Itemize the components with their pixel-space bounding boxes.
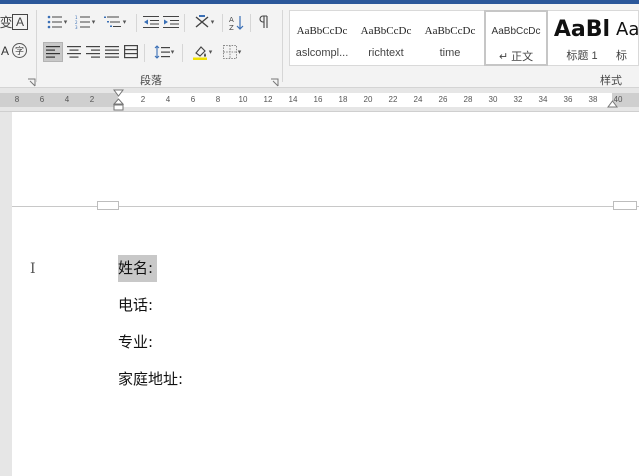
sort-icon[interactable]: AZ (228, 14, 246, 32)
ruler-number: 22 (388, 95, 398, 104)
ruler-number: 12 (263, 95, 273, 104)
ruler-number: 10 (238, 95, 248, 104)
ruler-number: 2 (140, 95, 146, 104)
ruler-number: 6 (39, 95, 45, 104)
text-cursor-icon: I (30, 261, 36, 277)
style-name: ↵ 正文 (498, 51, 534, 63)
document-line-address[interactable]: 家庭地址: (118, 368, 183, 389)
paragraph-group-label: 段落 (140, 75, 162, 87)
ribbon: 变 A A 字 ▾ 123 ▾ ▾ ▾ AZ ▾ ▾ ▾ 段落 AaBbCcDc… (0, 4, 639, 88)
chevron-down-icon: ▾ (122, 19, 127, 26)
ruler-number: 36 (563, 95, 573, 104)
style-preview: AaBbCcDc (360, 25, 412, 37)
style-normal[interactable]: AaBbCcDc ↵ 正文 (484, 10, 548, 66)
chevron-down-icon: ▾ (63, 19, 68, 26)
horizontal-ruler[interactable]: 8 6 4 2 2 4 6 8 10 12 14 16 18 20 22 24 … (0, 88, 639, 112)
ruler-number: 8 (14, 95, 20, 104)
ruler-number: 32 (513, 95, 523, 104)
header-margin-marker (613, 201, 637, 210)
styles-group-label: 样式 (600, 75, 622, 87)
style-preview: AaBl (553, 17, 611, 42)
svg-text:3: 3 (75, 25, 78, 29)
align-right-icon[interactable] (84, 44, 102, 60)
font-phonetic-guide-icon[interactable]: 变 (0, 12, 13, 30)
paragraph-dialog-launcher-icon[interactable] (270, 74, 279, 87)
numbering-icon[interactable]: 123 ▾ (72, 14, 98, 30)
ruler-number: 18 (338, 95, 348, 104)
button-separator (250, 14, 251, 32)
button-separator (136, 14, 137, 32)
align-left-icon[interactable] (43, 42, 63, 62)
chevron-down-icon: ▾ (170, 49, 175, 56)
style-name: richtext (368, 47, 404, 59)
chevron-down-icon: ▾ (208, 49, 213, 56)
style-preview: Aa (616, 19, 639, 40)
ruler-number: 38 (588, 95, 598, 104)
style-aslcompl[interactable]: AaBbCcDc aslcompl... (290, 11, 354, 65)
borders-icon[interactable]: ▾ (218, 44, 246, 60)
font-dialog-launcher-icon[interactable] (27, 74, 36, 87)
right-indent-marker-icon[interactable] (607, 99, 618, 111)
style-name: 标 (616, 50, 627, 62)
button-separator (182, 44, 183, 62)
style-name: aslcompl... (295, 47, 349, 59)
bullets-icon[interactable]: ▾ (44, 14, 70, 30)
header-margin-marker (97, 201, 119, 210)
document-page[interactable]: I 姓名: 电话: 专业: 家庭地址: (12, 112, 639, 476)
indent-marker-icon[interactable] (112, 89, 125, 111)
style-heading-1[interactable]: AaBl 标题 1 (550, 11, 614, 65)
style-richtext[interactable]: AaBbCcDc richtext (354, 11, 418, 65)
ruler-number: 30 (488, 95, 498, 104)
style-preview: AaBbCcDc (424, 25, 476, 37)
ruler-number: 4 (165, 95, 171, 104)
ruler-number: 8 (215, 95, 221, 104)
group-separator (282, 10, 283, 82)
increase-indent-icon[interactable] (162, 14, 180, 30)
enclose-characters-icon[interactable]: 字 (12, 43, 27, 58)
button-separator (144, 44, 145, 62)
button-separator (222, 14, 223, 32)
group-separator (36, 10, 37, 82)
document-line-name[interactable]: 姓名: (118, 255, 158, 282)
multilevel-list-icon[interactable]: ▾ (100, 14, 130, 30)
ruler-number: 14 (288, 95, 298, 104)
character-border-icon[interactable]: A (12, 14, 28, 30)
document-area: I 姓名: 电话: 专业: 家庭地址: (0, 112, 639, 476)
document-line-major[interactable]: 专业: (118, 331, 153, 352)
style-heading-2[interactable]: Aa 标 (616, 11, 639, 65)
button-separator (184, 14, 185, 32)
distributed-align-icon[interactable] (122, 44, 140, 60)
justify-icon[interactable] (103, 44, 121, 60)
style-time[interactable]: AaBbCcDc time (418, 11, 482, 65)
document-line-phone[interactable]: 电话: (118, 294, 153, 315)
svg-text:A: A (229, 16, 234, 24)
style-preview: AaBbCcDc (296, 25, 348, 37)
ruler-number: 20 (363, 95, 373, 104)
style-preview: AaBbCcDc (491, 26, 541, 37)
character-shading-icon[interactable]: A (0, 42, 10, 60)
ruler-number: 24 (413, 95, 423, 104)
ruler-number: 16 (313, 95, 323, 104)
ruler-number: 2 (89, 95, 95, 104)
style-name: 标题 1 (566, 50, 598, 62)
svg-text:Z: Z (229, 24, 234, 31)
ruler-number: 4 (64, 95, 70, 104)
style-name: time (439, 47, 461, 59)
chevron-down-icon: ▾ (237, 49, 242, 56)
chinese-layout-icon[interactable]: ▾ (190, 14, 218, 30)
ruler-number: 6 (190, 95, 196, 104)
show-formatting-marks-icon[interactable] (256, 14, 272, 30)
chevron-down-icon: ▾ (91, 19, 96, 26)
chevron-down-icon: ▾ (210, 19, 215, 26)
decrease-indent-icon[interactable] (142, 14, 160, 30)
align-center-icon[interactable] (65, 44, 83, 60)
styles-gallery: AaBbCcDc aslcompl... AaBbCcDc richtext A… (289, 10, 639, 66)
ruler-number: 34 (538, 95, 548, 104)
ruler-number: 28 (463, 95, 473, 104)
line-spacing-icon[interactable]: ▾ (150, 44, 178, 60)
shading-icon[interactable]: ▾ (188, 44, 216, 60)
ruler-number: 26 (438, 95, 448, 104)
